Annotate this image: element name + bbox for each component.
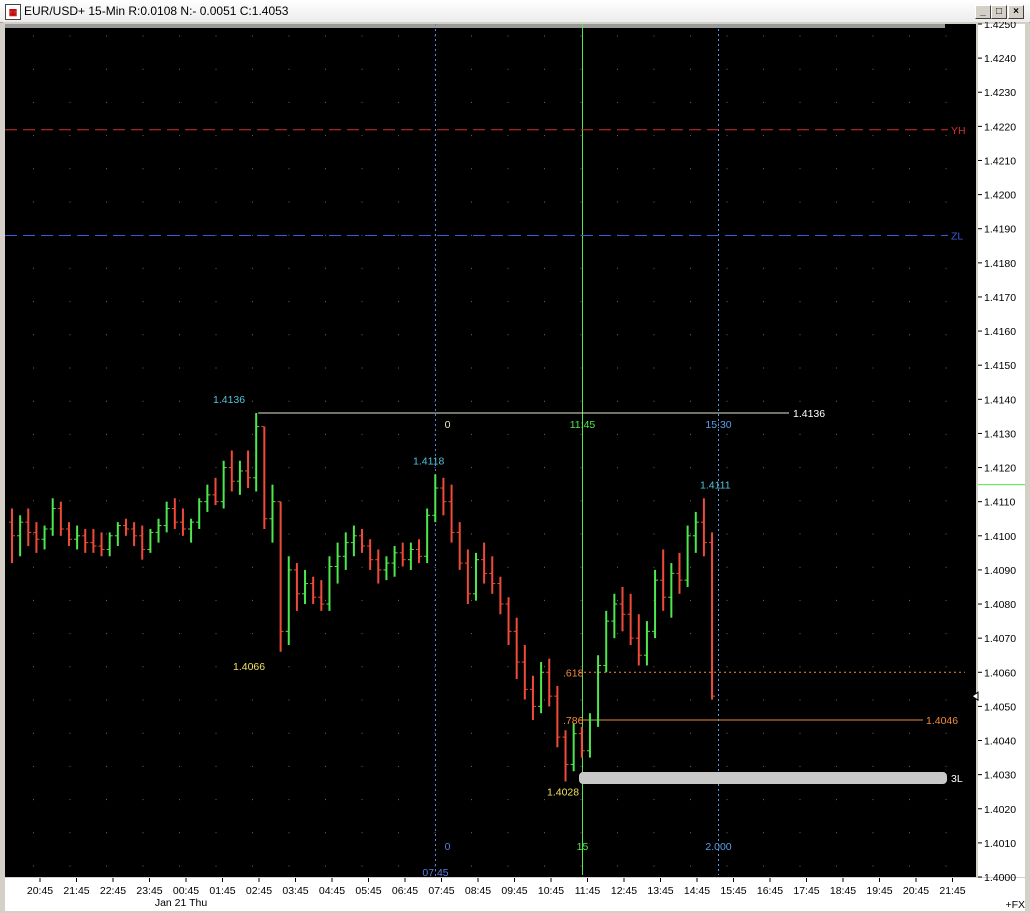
x-tick-label: 08:45 xyxy=(465,885,491,897)
y-tick-label: 1.4140 xyxy=(984,394,1016,406)
y-tick-label: 1.4180 xyxy=(984,258,1016,270)
fib-786-price-label: 1.4046 xyxy=(926,715,958,727)
x-tick-label: 19:45 xyxy=(866,885,892,897)
marker-top-label: 11:45 xyxy=(570,419,596,431)
y-tick-label: 1.4080 xyxy=(984,599,1016,611)
chart-app-icon[interactable]: ▦ xyxy=(5,4,21,20)
y-axis-panel[interactable] xyxy=(978,24,1025,877)
x-tick-label: 21:45 xyxy=(939,885,965,897)
swing-high-price-label: 1.4136 xyxy=(793,408,825,420)
level-label-3l: 3L xyxy=(951,773,963,785)
marker-bottom-label: 15 xyxy=(577,841,589,853)
x-tick-label: 20:45 xyxy=(903,885,929,897)
y-tick-label: 1.4050 xyxy=(984,701,1016,713)
x-tick-label: 13:45 xyxy=(647,885,673,897)
marker-top-label: 15:30 xyxy=(705,419,731,431)
plot-area[interactable] xyxy=(5,24,976,877)
y-tick-label: 1.4100 xyxy=(984,531,1016,543)
x-tick-label: 22:45 xyxy=(100,885,126,897)
date-label: Jan 21 Thu xyxy=(155,897,208,909)
price-annotation: .618 xyxy=(563,667,584,679)
marker-bottom-label: 2.000 xyxy=(705,841,731,853)
level-label-yh: YH xyxy=(951,125,966,137)
y-tick-label: 1.4070 xyxy=(984,633,1016,645)
y-tick-label: 1.4220 xyxy=(984,121,1016,133)
x-tick-label: 14:45 xyxy=(684,885,710,897)
close-icon[interactable]: × xyxy=(1008,5,1024,19)
price-chart[interactable]: 1.4250 1.4240 1.4230 1.4220 1.4210 1.4200 1.41… xyxy=(3,22,1029,913)
y-tick-label: 1.4010 xyxy=(984,838,1016,850)
price-annotation: 1.4066 xyxy=(233,661,265,673)
marker-bottom-label: 0 xyxy=(445,841,451,853)
price-annotation: 1.4118 xyxy=(413,455,444,467)
y-tick-label: 1.4030 xyxy=(984,770,1016,782)
x-tick-label: 00:45 xyxy=(173,885,199,897)
x-tick-label: 06:45 xyxy=(392,885,418,897)
market-footer: +FX xyxy=(1005,899,1025,911)
minimize-icon[interactable]: _ xyxy=(975,5,991,19)
x-tick-label: 16:45 xyxy=(757,885,783,897)
x-tick-label: 11:45 xyxy=(575,885,601,897)
price-annotation: 1.4136 xyxy=(213,394,245,406)
title-bar[interactable]: ▦ EUR/USD+ 15-Min R:0.0108 N:- 0.0051 C:… xyxy=(0,0,1030,23)
x-tick-label: 18:45 xyxy=(830,885,856,897)
level-band-3l[interactable] xyxy=(579,772,947,785)
y-tick-label: 1.4000 xyxy=(984,872,1016,884)
y-tick-label: 1.4160 xyxy=(984,326,1016,338)
x-tick-label: 17:45 xyxy=(793,885,819,897)
top-scroll-band xyxy=(5,24,945,28)
x-tick-label: 15:45 xyxy=(720,885,746,897)
x-tick-label: 09:45 xyxy=(501,885,527,897)
y-tick-label: 1.4020 xyxy=(984,804,1016,816)
x-tick-label: 04:45 xyxy=(319,885,345,897)
x-tick-label: 07:45 xyxy=(428,885,454,897)
chart-window: ▦ EUR/USD+ 15-Min R:0.0108 N:- 0.0051 C:… xyxy=(0,0,1030,913)
cursor-time-label: 07:45 xyxy=(422,867,448,879)
x-tick-label: 12:45 xyxy=(611,885,637,897)
y-tick-label: 1.4090 xyxy=(984,565,1016,577)
level-label-zl: ZL xyxy=(951,231,963,243)
y-tick-label: 1.4130 xyxy=(984,428,1016,440)
x-tick-label: 10:45 xyxy=(538,885,564,897)
y-tick-label: 1.4190 xyxy=(984,224,1016,236)
price-annotation: 1.4028 xyxy=(547,786,579,798)
x-tick-label: 05:45 xyxy=(355,885,381,897)
y-tick-label: 1.4040 xyxy=(984,736,1016,748)
y-tick-label: 1.4110 xyxy=(984,497,1015,509)
window-title: EUR/USD+ 15-Min R:0.0108 N:- 0.0051 C:1.… xyxy=(24,4,289,18)
x-tick-label: 03:45 xyxy=(282,885,308,897)
y-tick-label: 1.4120 xyxy=(984,463,1016,475)
x-tick-label: 20:45 xyxy=(27,885,53,897)
y-tick-label: 1.4150 xyxy=(984,360,1016,372)
y-tick-label: 1.4250 xyxy=(984,22,1016,31)
x-tick-label: 23:45 xyxy=(136,885,162,897)
price-annotation: .786 xyxy=(563,715,584,727)
y-tick-label: 1.4230 xyxy=(984,87,1016,99)
maximize-icon[interactable]: □ xyxy=(991,5,1007,19)
y-tick-label: 1.4170 xyxy=(984,292,1016,304)
price-annotation: 1.4111 xyxy=(700,479,731,491)
y-tick-label: 1.4060 xyxy=(984,667,1016,679)
y-tick-label: 1.4210 xyxy=(984,155,1016,167)
x-tick-label: 01:45 xyxy=(209,885,235,897)
y-tick-label: 1.4240 xyxy=(984,53,1016,65)
x-tick-label: 21:45 xyxy=(63,885,89,897)
y-tick-label: 1.4200 xyxy=(984,190,1016,202)
x-tick-label: 02:45 xyxy=(246,885,272,897)
marker-top-label: 0 xyxy=(445,419,451,431)
